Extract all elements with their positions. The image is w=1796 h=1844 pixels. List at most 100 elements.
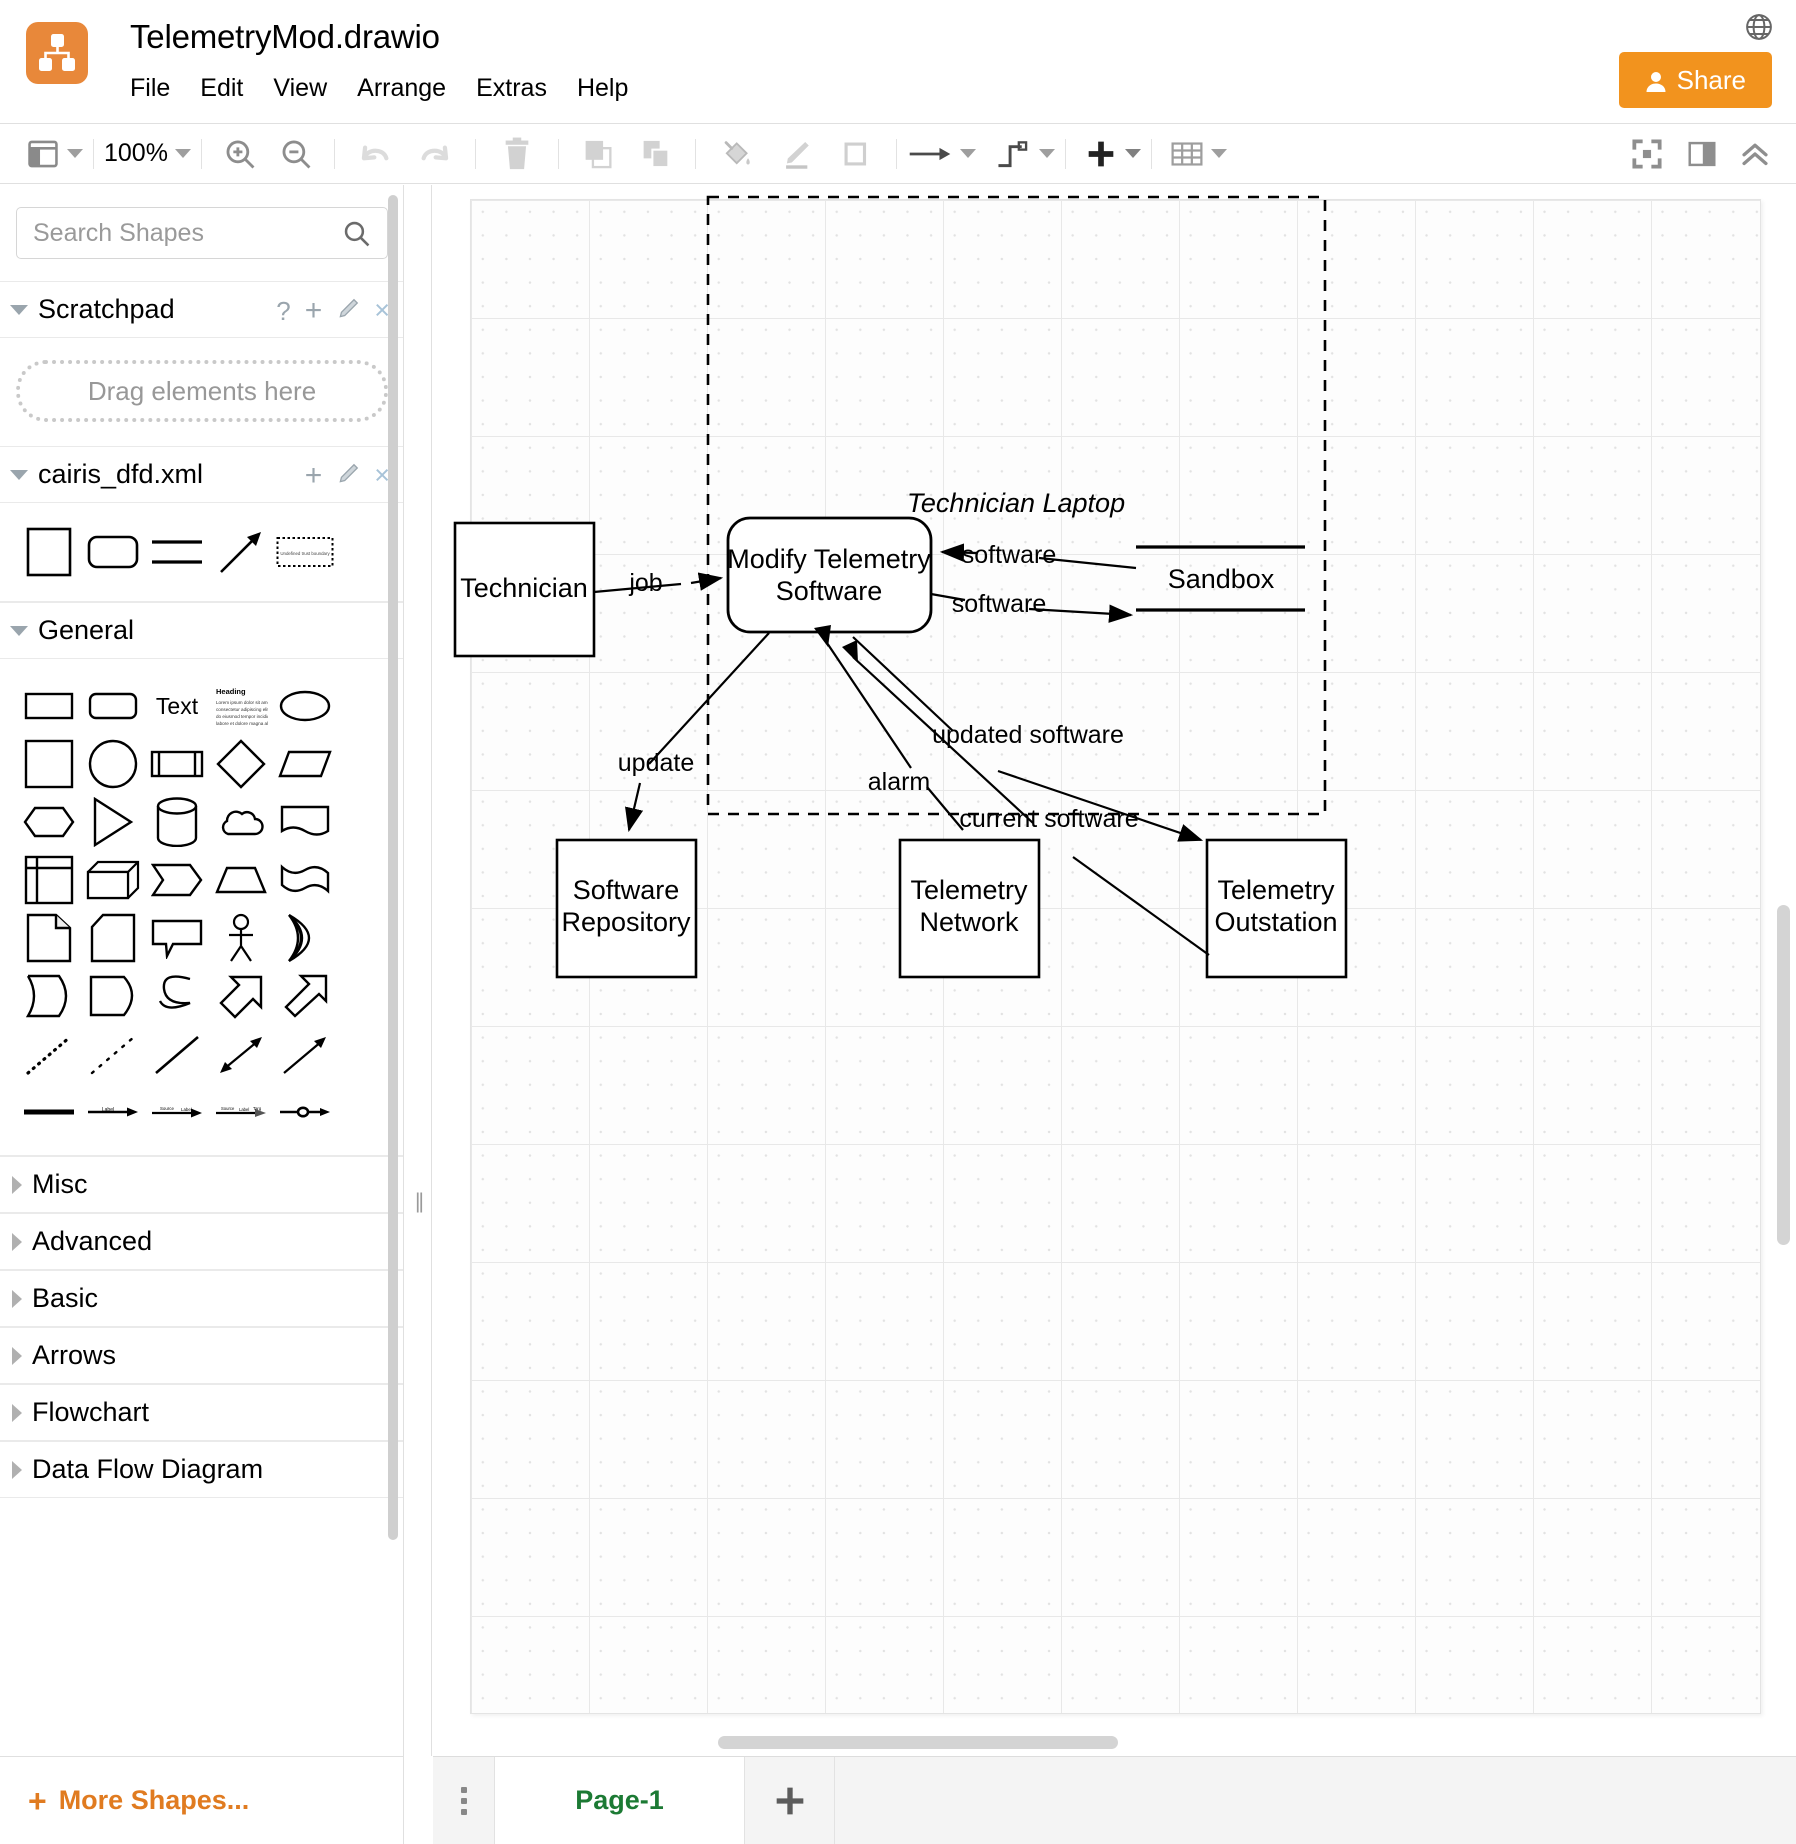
cloud-shape[interactable] <box>210 793 272 851</box>
fullscreen-button[interactable] <box>1618 132 1676 176</box>
send-to-back-button[interactable] <box>627 132 685 176</box>
source-target-arrow-shape[interactable]: Source Label <box>146 1083 208 1141</box>
double-arrow-shape[interactable] <box>210 967 272 1025</box>
pencil-icon[interactable] <box>336 297 360 325</box>
sidebar-section-general[interactable]: General <box>0 602 403 659</box>
scratchpad-help-button[interactable]: ? <box>276 298 290 324</box>
directional-arrow-shape[interactable] <box>274 1025 336 1083</box>
cylinder-shape[interactable] <box>146 793 208 851</box>
dataflow-arrow-shape[interactable] <box>210 523 272 581</box>
sidebar-section-data-flow-diagram[interactable]: Data Flow Diagram <box>0 1441 403 1498</box>
triangle-shape[interactable] <box>82 793 144 851</box>
data-storage-shape[interactable] <box>18 967 80 1025</box>
sidebar-section-arrows[interactable]: Arrows <box>0 1327 403 1384</box>
bidirectional-arrow-shape[interactable] <box>210 1025 272 1083</box>
delete-button[interactable] <box>486 132 548 176</box>
add-page-button[interactable] <box>745 1757 835 1844</box>
menu-edit[interactable]: Edit <box>200 72 259 105</box>
step-shape[interactable] <box>146 851 208 909</box>
scratchpad-add-button[interactable]: + <box>305 295 323 326</box>
sidebar-section-basic[interactable]: Basic <box>0 1270 403 1327</box>
sidebar-section-scratchpad[interactable]: Scratchpad ? + × <box>0 281 403 338</box>
card-shape[interactable] <box>82 909 144 967</box>
cairis-add-button[interactable]: + <box>305 460 323 491</box>
dotted-line-shape[interactable] <box>18 1025 80 1083</box>
page-menu-icon[interactable] <box>433 1757 495 1844</box>
scratchpad-dropzone[interactable]: Drag elements here <box>16 360 388 422</box>
shadow-button[interactable] <box>826 132 886 176</box>
ellipse-shape[interactable] <box>274 677 336 735</box>
trust-boundary-dashed-shape[interactable]: Undefined trust boundary <box>274 523 336 581</box>
document-shape[interactable] <box>274 793 336 851</box>
circle-edge-arrow-shape[interactable] <box>274 1083 336 1141</box>
more-shapes-button[interactable]: + More Shapes... <box>28 1785 249 1817</box>
textbox-heading-shape[interactable]: Heading Lorem ipsum dolor sit amet, cons… <box>210 677 272 735</box>
rounded-rectangle-shape[interactable] <box>82 677 144 735</box>
process-rounded-shape[interactable] <box>82 523 144 581</box>
cube-shape[interactable] <box>82 851 144 909</box>
pencil-icon[interactable] <box>336 462 360 490</box>
undo-button[interactable] <box>345 132 405 176</box>
hexagon-shape[interactable] <box>18 793 80 851</box>
canvas-vscrollbar-thumb[interactable] <box>1777 905 1790 1245</box>
thick-line-shape[interactable] <box>18 1083 80 1141</box>
bring-to-front-button[interactable] <box>569 132 627 176</box>
search-input[interactable] <box>31 208 291 258</box>
entity-square-shape[interactable] <box>18 523 80 581</box>
delay-shape[interactable] <box>82 967 144 1025</box>
sidebar-splitter[interactable]: || <box>404 185 432 1756</box>
menu-arrange[interactable]: Arrange <box>357 72 462 105</box>
menu-view[interactable]: View <box>273 72 343 105</box>
or-shape[interactable] <box>274 909 336 967</box>
diagram-canvas[interactable]: Technician Laptop Technician Modify Tele… <box>433 185 1796 1756</box>
dashed-line-shape[interactable] <box>82 1025 144 1083</box>
sidebar-section-flowchart[interactable]: Flowchart <box>0 1384 403 1441</box>
tape-shape[interactable] <box>274 851 336 909</box>
diamond-shape[interactable] <box>210 735 272 793</box>
waypoints-button[interactable] <box>994 132 1055 176</box>
connection-style-button[interactable] <box>907 132 976 176</box>
share-button[interactable]: Share <box>1618 52 1772 108</box>
note-shape[interactable] <box>18 909 80 967</box>
search-box[interactable] <box>16 207 388 259</box>
format-panel-button[interactable] <box>1676 132 1728 176</box>
collapse-toolbar-button[interactable] <box>1728 132 1782 176</box>
parallelogram-shape[interactable] <box>274 735 336 793</box>
canvas-hscrollbar-thumb[interactable] <box>718 1736 1118 1749</box>
labeled-arrow-shape[interactable]: Label <box>82 1083 144 1141</box>
sidebar-scrollbar[interactable] <box>388 195 398 1715</box>
insert-button[interactable] <box>1084 132 1141 176</box>
square-shape[interactable] <box>18 735 80 793</box>
trapezoid-shape[interactable] <box>210 851 272 909</box>
zoom-in-button[interactable] <box>212 132 268 176</box>
callout-shape[interactable] <box>146 909 208 967</box>
line-color-button[interactable] <box>766 132 826 176</box>
datastore-double-line-shape[interactable] <box>146 523 208 581</box>
menu-file[interactable]: File <box>130 72 186 105</box>
block-arrow-shape[interactable] <box>274 967 336 1025</box>
splitter-grip[interactable]: || <box>415 1190 424 1214</box>
s-curve-shape[interactable] <box>146 967 208 1025</box>
sidebar-section-advanced[interactable]: Advanced <box>0 1213 403 1270</box>
sidebar-scrollbar-thumb[interactable] <box>388 195 398 1540</box>
internal-storage-shape[interactable] <box>18 851 80 909</box>
canvas-hscrollbar[interactable] <box>470 1734 1760 1750</box>
sidebar-section-cairis-dfd[interactable]: cairis_dfd.xml + × <box>0 446 403 503</box>
zoom-out-button[interactable] <box>268 132 324 176</box>
dashed-labeled-arrow-shape[interactable]: Source Label Targ <box>210 1083 272 1141</box>
menu-extras[interactable]: Extras <box>476 72 563 105</box>
menu-help[interactable]: Help <box>577 72 644 105</box>
flow-modify-to-repository[interactable] <box>629 632 770 830</box>
process-bar-shape[interactable] <box>146 735 208 793</box>
text-shape[interactable]: Text <box>146 677 208 735</box>
sidebar-section-misc[interactable]: Misc <box>0 1156 403 1213</box>
page-tab-page-1[interactable]: Page-1 <box>495 1757 745 1844</box>
actor-shape[interactable] <box>210 909 272 967</box>
view-layout-button[interactable] <box>26 132 83 176</box>
redo-button[interactable] <box>405 132 465 176</box>
canvas-vscrollbar[interactable] <box>1775 905 1791 1325</box>
rectangle-shape[interactable] <box>18 677 80 735</box>
circle-shape[interactable] <box>82 735 144 793</box>
fill-color-button[interactable] <box>706 132 766 176</box>
zoom-selector[interactable]: 100% <box>104 132 191 176</box>
